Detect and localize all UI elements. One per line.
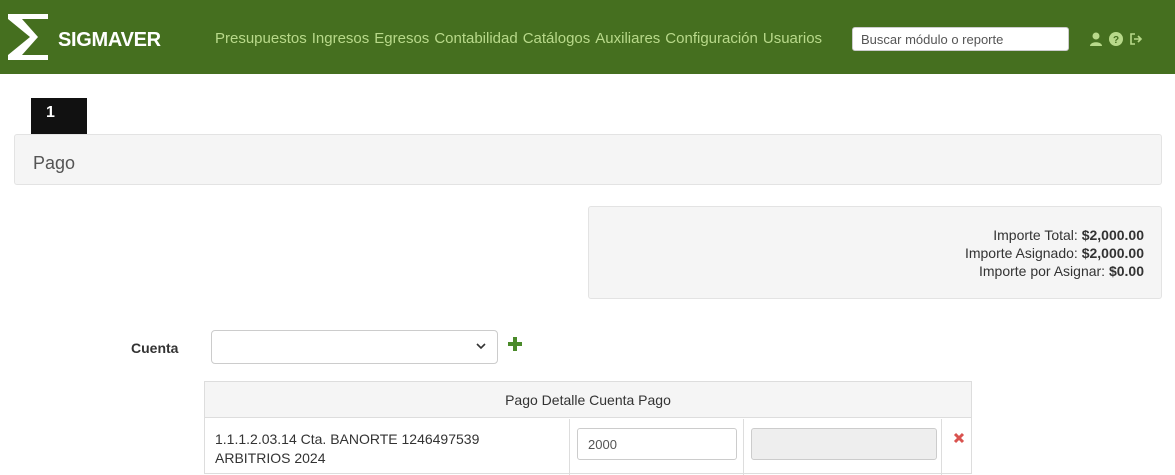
logout-icon[interactable] <box>1128 31 1144 47</box>
pending-label: Importe por Asignar: <box>979 263 1106 279</box>
top-navbar: SIGMAVER Presupuestos Ingresos Egresos C… <box>0 0 1175 74</box>
table-header-title: Pago Detalle Cuenta Pago <box>505 392 671 408</box>
column-divider <box>941 419 942 475</box>
summary-assigned: Importe Asignado: $2,000.00 <box>965 245 1144 261</box>
menu-item-catalogos[interactable]: Catálogos <box>523 30 591 47</box>
table-row-account: 1.1.1.2.03.14 Cta. BANORTE 1246497539 AR… <box>215 430 545 468</box>
amount-input[interactable] <box>577 428 737 460</box>
summary-panel: Importe Total: $2,000.00 Importe Asignad… <box>588 206 1162 299</box>
svg-text:?: ? <box>1113 35 1119 46</box>
remove-icon[interactable] <box>953 432 965 444</box>
column-divider <box>569 419 570 475</box>
menu-item-usuarios[interactable]: Usuarios <box>763 30 822 47</box>
sigmaver-logo[interactable] <box>8 14 48 60</box>
column-divider <box>743 419 744 475</box>
cuenta-label: Cuenta <box>131 340 179 356</box>
menu-item-presupuestos[interactable]: Presupuestos <box>215 30 307 47</box>
account-line-2: ARBITRIOS 2024 <box>215 450 326 466</box>
main-menu: Presupuestos Ingresos Egresos Contabilid… <box>215 30 827 47</box>
menu-item-ingresos[interactable]: Ingresos <box>312 30 370 47</box>
cuenta-select[interactable] <box>211 330 498 364</box>
disabled-field <box>751 428 937 460</box>
total-value: $2,000.00 <box>1081 227 1144 243</box>
nav-icons: ? <box>1088 31 1144 47</box>
menu-item-configuracion[interactable]: Configuración <box>665 30 758 47</box>
page-title: Pago <box>33 153 76 173</box>
total-label: Importe Total: <box>993 227 1078 243</box>
brand-name[interactable]: SIGMAVER <box>58 29 161 52</box>
assigned-value: $2,000.00 <box>1081 245 1144 261</box>
menu-item-contabilidad[interactable]: Contabilidad <box>434 30 517 47</box>
table-header: Pago Detalle Cuenta Pago <box>205 382 971 418</box>
detail-table: Pago Detalle Cuenta Pago 1.1.1.2.03.14 C… <box>204 381 972 475</box>
assigned-label: Importe Asignado: <box>964 245 1078 261</box>
add-icon[interactable] <box>508 337 522 351</box>
panel-header: Pago <box>14 134 1162 185</box>
menu-item-egresos[interactable]: Egresos <box>374 30 429 47</box>
summary-total: Importe Total: $2,000.00 <box>993 227 1144 243</box>
summary-pending: Importe por Asignar: $0.00 <box>979 263 1144 279</box>
user-icon[interactable] <box>1088 31 1104 47</box>
pending-value: $0.00 <box>1108 263 1144 279</box>
account-line-1: 1.1.1.2.03.14 Cta. BANORTE 1246497539 <box>215 431 480 447</box>
search-input[interactable] <box>852 27 1069 51</box>
step-number: 1 <box>46 104 55 121</box>
help-icon[interactable]: ? <box>1108 31 1124 47</box>
menu-item-auxiliares[interactable]: Auxiliares <box>595 30 660 47</box>
chevron-down-icon <box>476 343 486 350</box>
